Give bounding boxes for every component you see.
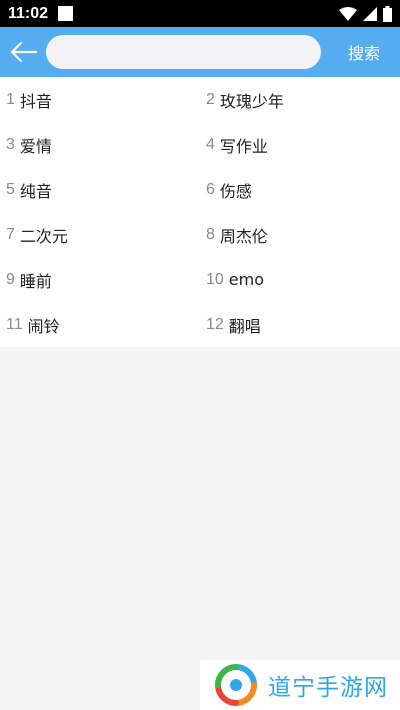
watermark-text: 道宁手游网 xyxy=(268,675,388,701)
arrow-left-icon xyxy=(10,41,37,63)
list-item[interactable]: 9 睡前 xyxy=(0,257,200,302)
swirl-logo-icon xyxy=(215,664,257,706)
list-item[interactable]: 12 翻唱 xyxy=(200,302,400,347)
item-label: 二次元 xyxy=(19,226,68,246)
list-item[interactable]: 4 写作业 xyxy=(200,122,400,167)
list-item[interactable]: 6 伤感 xyxy=(200,167,400,212)
battery-icon xyxy=(383,5,392,22)
item-label: 抖音 xyxy=(19,91,52,111)
list-item[interactable]: 5 纯音 xyxy=(0,167,200,212)
item-number: 12 xyxy=(206,315,224,333)
search-header: 搜索 xyxy=(0,27,400,77)
item-label: 写作业 xyxy=(219,136,268,156)
list-item[interactable]: 11 闹铃 xyxy=(0,302,200,347)
list-item[interactable]: 3 爱情 xyxy=(0,122,200,167)
item-label: 睡前 xyxy=(19,271,52,291)
watermark: 道宁手游网 xyxy=(200,660,400,710)
item-label: 翻唱 xyxy=(228,316,261,336)
list-item[interactable]: 1 抖音 xyxy=(0,77,200,122)
status-time: 11:02 xyxy=(8,4,49,22)
list-item[interactable]: 8 周杰伦 xyxy=(200,212,400,257)
item-label: 闹铃 xyxy=(27,316,60,336)
signal-icon xyxy=(363,6,377,21)
item-number: 2 xyxy=(206,90,215,108)
item-number: 6 xyxy=(206,180,215,198)
item-label: 伤感 xyxy=(219,181,252,201)
item-label: 纯音 xyxy=(19,181,52,201)
item-number: 9 xyxy=(6,270,15,288)
item-label: emo xyxy=(228,270,265,289)
item-number: 5 xyxy=(6,180,15,198)
item-label: 爱情 xyxy=(19,136,52,156)
hot-search-list: 1 抖音 2 玫瑰少年 3 爱情 4 写作业 5 纯音 6 伤感 7 二次元 8 周杰伦 9 睡前… xyxy=(0,77,400,347)
item-label: 周杰伦 xyxy=(219,226,268,246)
item-number: 3 xyxy=(6,135,15,153)
status-bar: 11:02 xyxy=(0,0,400,27)
search-button-label: 搜索 xyxy=(347,44,380,63)
item-number: 10 xyxy=(206,270,224,288)
list-item[interactable]: 2 玫瑰少年 xyxy=(200,77,400,122)
notification-icon xyxy=(58,6,74,21)
item-number: 8 xyxy=(206,225,215,243)
item-number: 11 xyxy=(6,315,23,333)
item-number: 4 xyxy=(206,135,215,153)
search-input[interactable] xyxy=(46,35,321,69)
wifi-icon xyxy=(339,6,357,21)
item-number: 7 xyxy=(6,225,15,243)
list-item[interactable]: 7 二次元 xyxy=(0,212,200,257)
item-label: 玫瑰少年 xyxy=(219,91,284,111)
status-icons xyxy=(339,5,392,22)
list-item[interactable]: 10 emo xyxy=(200,257,400,302)
back-button[interactable] xyxy=(0,27,46,77)
item-number: 1 xyxy=(6,90,15,108)
search-button[interactable]: 搜索 xyxy=(328,27,400,77)
